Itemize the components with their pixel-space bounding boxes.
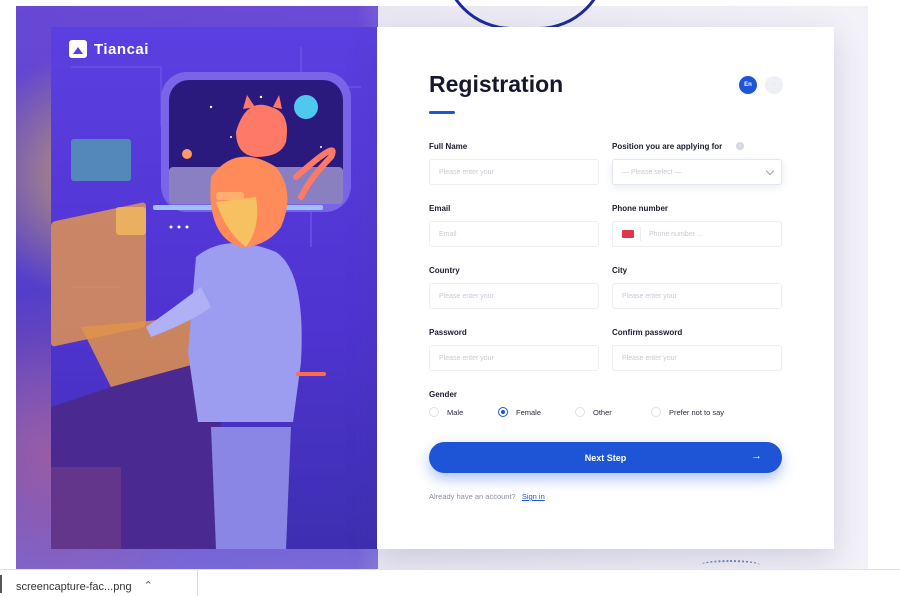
chevron-down-icon [765, 166, 775, 175]
position-label: Position you are applying for [612, 142, 723, 151]
confirm-password-input[interactable]: Please enter your [612, 345, 782, 371]
gender-option-prefer-not[interactable]: Prefer not to say [651, 407, 724, 417]
city-input[interactable]: Please enter your [612, 283, 782, 309]
full-name-placeholder: Please enter your [439, 168, 494, 176]
phone-divider [640, 227, 641, 241]
gender-label: Gender [429, 390, 458, 399]
next-step-label: Next Step [584, 452, 627, 463]
signin-row: Already have an account? Sign in [429, 492, 545, 501]
language-en-button[interactable]: En [739, 76, 757, 94]
flag-icon[interactable] [622, 230, 634, 238]
chevron-up-icon[interactable]: ⌃ [144, 579, 153, 592]
brand-name: Tiancai [94, 40, 149, 58]
country-placeholder: Please enter your [439, 292, 494, 300]
password-input[interactable]: Please enter your [429, 345, 599, 371]
radio-female[interactable] [498, 407, 508, 417]
brand[interactable]: Tiancai [69, 40, 149, 58]
password-label: Password [429, 328, 467, 337]
gender-option-label: Male [447, 407, 464, 417]
illustration-panel: Tiancai [51, 27, 377, 549]
info-icon[interactable]: i [736, 142, 744, 150]
email-placeholder: Email [439, 230, 457, 238]
signin-link[interactable]: Sign in [522, 492, 545, 501]
next-step-button[interactable]: Next Step → [429, 442, 782, 473]
radio-other[interactable] [575, 407, 585, 417]
position-placeholder: — Please select — [622, 168, 682, 176]
arrow-right-icon: → [751, 450, 762, 462]
confirm-password-label: Confirm password [612, 328, 683, 337]
confirm-password-placeholder: Please enter your [622, 354, 677, 362]
registration-card: Registration En · Full Name Please enter… [377, 27, 834, 549]
radio-prefer-not[interactable] [651, 407, 661, 417]
phone-input[interactable]: Phone number ... [612, 221, 782, 247]
logo-icon [69, 40, 87, 58]
country-input[interactable]: Please enter your [429, 283, 599, 309]
full-name-input[interactable]: Please enter your [429, 159, 599, 185]
radio-male[interactable] [429, 407, 439, 417]
email-input[interactable]: Email [429, 221, 599, 247]
download-file-name: screencapture-fac...png [16, 580, 132, 593]
signin-prompt: Already have an account? [429, 492, 516, 501]
position-select[interactable]: — Please select — [612, 159, 782, 185]
city-placeholder: Please enter your [622, 292, 677, 300]
gender-option-label: Female [516, 407, 542, 417]
gender-option-male[interactable]: Male [429, 407, 463, 417]
page-title: Registration [429, 71, 564, 97]
gender-option-label: Prefer not to say [669, 407, 725, 417]
city-label: City [612, 266, 628, 275]
email-label: Email [429, 204, 451, 213]
phone-placeholder: Phone number ... [649, 230, 703, 238]
gender-option-label: Other [593, 407, 612, 417]
phone-label: Phone number [612, 204, 669, 213]
download-item[interactable]: screencapture-fac...png ⌃ [0, 570, 198, 596]
file-icon [0, 574, 2, 593]
full-name-label: Full Name [429, 142, 468, 151]
country-label: Country [429, 266, 460, 275]
illustration-art [51, 47, 361, 549]
title-underline [429, 111, 455, 114]
password-placeholder: Please enter your [439, 354, 494, 362]
gender-option-female[interactable]: Female [498, 407, 541, 417]
language-alt-button[interactable]: · [765, 76, 783, 94]
gender-option-other[interactable]: Other [575, 407, 612, 417]
download-bar: screencapture-fac...png ⌃ [0, 569, 900, 596]
